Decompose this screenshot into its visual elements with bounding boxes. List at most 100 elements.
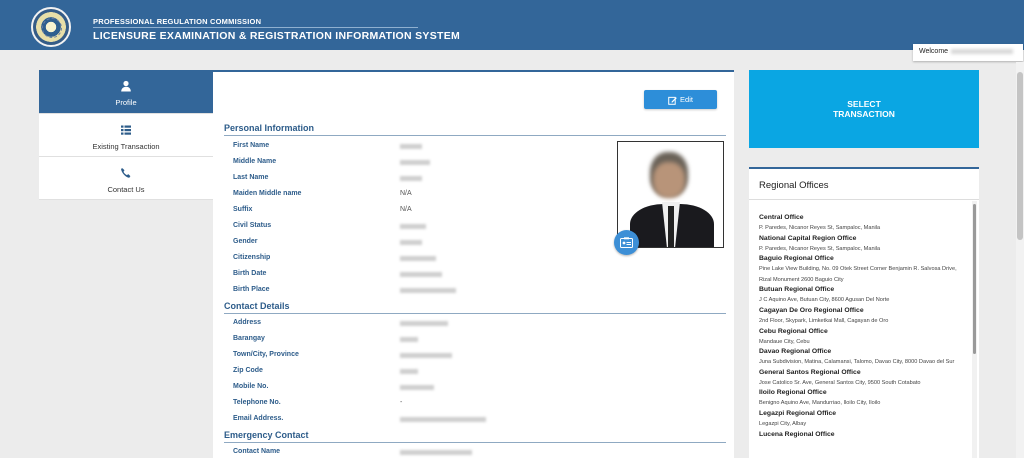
field-label: Maiden Middle name xyxy=(233,190,302,197)
info-row: Contact Name xyxy=(233,448,613,458)
office-name: National Capital Region Office xyxy=(759,234,857,242)
id-card-icon xyxy=(620,237,633,248)
field-label: Citizenship xyxy=(233,254,271,261)
select-transaction-button[interactable]: SELECT TRANSACTION xyxy=(749,70,979,148)
nav-label-existing-transaction: Existing Transaction xyxy=(92,142,160,151)
field-value-redacted xyxy=(400,144,422,149)
info-row: Civil Status xyxy=(233,222,613,234)
field-label: Mobile No. xyxy=(233,383,269,390)
field-label: Middle Name xyxy=(233,158,277,165)
field-value-redacted xyxy=(400,353,452,358)
office-address: Jose Catolico Sr. Ave, General Santos Ci… xyxy=(759,379,921,386)
field-value-redacted xyxy=(400,160,430,165)
nav-item-contact-us[interactable]: Contact Us xyxy=(39,157,213,200)
info-row: Gender xyxy=(233,238,613,250)
field-value-redacted xyxy=(400,272,442,277)
regional-offices-list: Central Office P. Paredes, Nicanor Reyes … xyxy=(759,213,967,440)
office-name: Cebu Regional Office xyxy=(759,327,828,335)
field-label: Birth Place xyxy=(233,286,270,293)
info-row: Barangay xyxy=(233,335,613,347)
info-row: Telephone No. - xyxy=(233,399,613,411)
profile-card: Edit Personal Information First Name Midd… xyxy=(213,70,734,458)
page-scrollbar[interactable] xyxy=(1016,62,1024,458)
field-label: First Name xyxy=(233,142,270,149)
side-nav: Profile Existing Transaction Contact Us xyxy=(39,70,220,200)
user-name-redacted xyxy=(951,48,1014,54)
field-value-redacted xyxy=(400,288,456,293)
regional-offices-panel: Regional Offices Central Office P. Parede… xyxy=(749,167,979,458)
system-title: LICENSURE EXAMINATION & REGISTRATION INF… xyxy=(93,30,461,42)
prc-seal-logo xyxy=(31,7,71,47)
offices-scrollbar-thumb[interactable] xyxy=(973,204,976,354)
info-row: Last Name xyxy=(233,174,613,186)
info-row: Citizenship xyxy=(233,254,613,266)
info-row: Email Address. xyxy=(233,415,613,427)
top-header: PROFESSIONAL REGULATION COMMISSION LICEN… xyxy=(0,0,1024,50)
section-personal-information: Personal Information xyxy=(224,123,726,136)
office-address: Mandaue City, Cebu xyxy=(759,338,810,345)
field-label: Address xyxy=(233,319,262,326)
office-name: Davao Regional Office xyxy=(759,348,832,356)
field-label: Suffix xyxy=(233,206,253,213)
field-label: Contact Name xyxy=(233,448,281,455)
office-name: General Santos Regional Office xyxy=(759,368,861,376)
info-row: Birth Date xyxy=(233,270,613,282)
field-label: Zip Code xyxy=(233,367,263,374)
field-label: Civil Status xyxy=(233,222,272,229)
field-value-redacted xyxy=(400,256,436,261)
office-name: Cagayan De Oro Regional Office xyxy=(759,306,864,314)
info-row: Birth Place xyxy=(233,286,613,298)
list-icon xyxy=(39,124,213,136)
field-value-redacted xyxy=(400,417,486,422)
section-emergency-contact: Emergency Contact xyxy=(224,430,726,443)
welcome-label: Welcome xyxy=(919,48,949,55)
nav-label-profile: Profile xyxy=(115,98,137,107)
panel-divider xyxy=(749,199,979,200)
field-value-redacted xyxy=(400,369,418,374)
select-transaction-line1: SELECT xyxy=(847,99,881,109)
field-value-redacted xyxy=(400,176,422,181)
office-address: J C Aquino Ave, Butuan City, 8600 Agusan… xyxy=(759,297,890,304)
info-row: Mobile No. xyxy=(233,383,613,395)
nav-item-existing-transaction[interactable]: Existing Transaction xyxy=(39,114,213,157)
field-label: Gender xyxy=(233,238,258,245)
user-icon xyxy=(39,80,213,92)
office-address: Pine Lake View Building, No. 09 Otek Str… xyxy=(759,266,957,283)
info-row: Zip Code xyxy=(233,367,613,379)
field-value: - xyxy=(400,399,403,406)
header-divider xyxy=(93,27,418,28)
info-row: Middle Name xyxy=(233,158,613,170)
change-photo-button[interactable] xyxy=(614,230,639,255)
field-value: N/A xyxy=(400,190,412,197)
office-address: P. Paredes, Nicanor Reyes St, Sampaloc, … xyxy=(759,225,881,231)
regional-offices-title: Regional Offices xyxy=(759,180,829,191)
field-value: N/A xyxy=(400,206,412,213)
office-address: Legazpi City, Albay xyxy=(759,420,807,427)
field-value-redacted xyxy=(400,385,434,390)
field-label: Barangay xyxy=(233,335,265,342)
office-address: Benigno Aquino Ave, Mandurriao, Iloilo C… xyxy=(759,400,881,407)
field-value-redacted xyxy=(400,337,418,342)
field-label: Telephone No. xyxy=(233,399,281,406)
page-scrollbar-thumb[interactable] xyxy=(1017,72,1023,240)
info-row: Suffix N/A xyxy=(233,206,613,218)
field-label: Last Name xyxy=(233,174,269,181)
field-value-redacted xyxy=(400,240,422,245)
welcome-user-menu[interactable]: Welcome xyxy=(913,44,1023,61)
office-name: Iloilo Regional Office xyxy=(759,389,827,397)
field-value-redacted xyxy=(400,321,448,326)
nav-item-profile[interactable]: Profile xyxy=(39,70,220,114)
office-address: 2nd Floor, Skypark, Limketkai Mall, Caga… xyxy=(759,317,889,324)
info-row: First Name xyxy=(233,142,613,154)
info-row: Maiden Middle name N/A xyxy=(233,190,613,202)
edit-button[interactable]: Edit xyxy=(644,90,717,109)
field-value-redacted xyxy=(400,224,426,229)
edit-icon xyxy=(668,96,677,105)
field-label: Birth Date xyxy=(233,270,267,277)
info-row: Town/City, Province xyxy=(233,351,613,363)
org-name: PROFESSIONAL REGULATION COMMISSION xyxy=(93,17,262,26)
field-value-redacted xyxy=(400,450,472,455)
field-label: Email Address. xyxy=(233,415,284,422)
select-transaction-line2: TRANSACTION xyxy=(833,109,895,119)
field-label: Town/City, Province xyxy=(233,351,299,358)
